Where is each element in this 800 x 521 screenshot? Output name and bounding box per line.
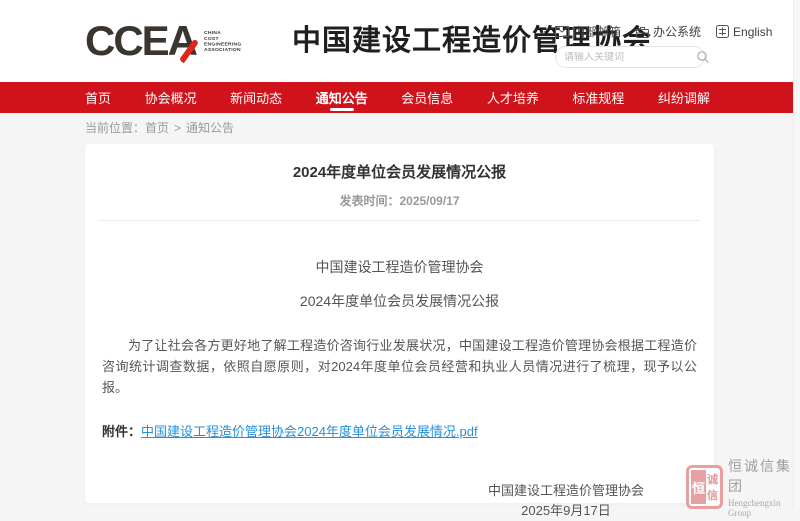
- signature-date: 2025年9月17日: [488, 501, 644, 521]
- english-label: English: [733, 25, 772, 39]
- attachment-pdf-link[interactable]: 中国建设工程造价管理协会2024年度单位会员发展情况.pdf: [141, 424, 478, 439]
- watermark-name-cn: 恒诚信集团: [728, 456, 800, 496]
- internal-mail-link[interactable]: 内部邮箱: [555, 23, 621, 40]
- attachment-row: 附件：中国建设工程造价管理协会2024年度单位会员发展情况.pdf: [102, 421, 697, 440]
- search-box: [555, 46, 705, 68]
- document-heading-title: 2024年度单位会员发展情况公报: [85, 291, 714, 311]
- breadcrumb: 当前位置：首页 > 通知公告: [85, 113, 234, 144]
- breadcrumb-home-link[interactable]: 首页: [145, 121, 169, 135]
- main-nav: 首页 协会概况 新闻动态 通知公告 会员信息 人才培养 标准规程 纠纷调解: [0, 82, 793, 113]
- globe-icon: [716, 25, 729, 38]
- search-icon[interactable]: [696, 50, 710, 64]
- logo-subtext: CHINA COST ENGINEERING ASSOCIATION: [204, 30, 252, 52]
- watermark-text: 恒诚信集团 Hengchengxin Group: [728, 456, 800, 518]
- nav-item-association-overview[interactable]: 协会概况: [145, 82, 197, 113]
- attachment-label: 附件：: [102, 424, 141, 439]
- article-publish-date: 发表时间：2025/09/17: [85, 192, 714, 209]
- envelope-icon: [555, 26, 569, 37]
- breadcrumb-separator: >: [174, 121, 181, 135]
- nav-item-news[interactable]: 新闻动态: [230, 82, 282, 113]
- internal-mail-label: 内部邮箱: [573, 23, 621, 40]
- hengchengxin-watermark: 恒 诚 信 恒诚信集团 Hengchengxin Group: [686, 456, 800, 518]
- breadcrumb-current-link[interactable]: 通知公告: [186, 121, 234, 135]
- hengchengxin-seal-icon: 恒 诚 信: [686, 465, 723, 509]
- utility-links: 内部邮箱 办公系统 English: [555, 23, 772, 40]
- watermark-name-en: Hengchengxin Group: [728, 498, 800, 518]
- site-header: CCEA CHINA COST ENGINEERING ASSOCIATION …: [0, 0, 800, 82]
- breadcrumb-label: 当前位置：: [85, 121, 145, 135]
- publish-date-label: 发表时间：: [339, 194, 399, 208]
- nav-item-standards[interactable]: 标准规程: [572, 82, 624, 113]
- logo-acronym: CCEA: [85, 19, 196, 63]
- nav-item-home[interactable]: 首页: [85, 82, 111, 113]
- briefcase-icon: [636, 26, 649, 38]
- nav-item-notices[interactable]: 通知公告: [316, 82, 368, 113]
- logo-subtext-line: ASSOCIATION: [204, 47, 252, 53]
- seal-char-column: 诚 信: [707, 470, 718, 504]
- article-card: 2024年度单位会员发展情况公报 发表时间：2025/09/17 中国建设工程造…: [85, 144, 714, 503]
- publish-date-value: 2025/09/17: [399, 194, 459, 208]
- search-input[interactable]: [564, 52, 696, 63]
- office-system-label: 办公系统: [653, 23, 701, 40]
- seal-char-bottom: 信: [707, 487, 718, 503]
- document-heading-org: 中国建设工程造价管理协会: [85, 257, 714, 277]
- scrollbar-track[interactable]: [793, 0, 800, 510]
- seal-char-main: 恒: [691, 470, 706, 504]
- signature-block: 中国建设工程造价管理协会 2025年9月17日: [85, 481, 644, 521]
- main-nav-inner: 首页 协会概况 新闻动态 通知公告 会员信息 人才培养 标准规程 纠纷调解: [0, 82, 793, 113]
- signature-inner: 中国建设工程造价管理协会 2025年9月17日: [488, 481, 644, 521]
- article-paragraph: 为了让社会各方更好地了解工程造价咨询行业发展状况，中国建设工程造价管理协会根据工…: [102, 335, 697, 398]
- english-link[interactable]: English: [716, 25, 772, 39]
- nav-item-dispute-mediation[interactable]: 纠纷调解: [658, 82, 710, 113]
- seal-char-top: 诚: [707, 471, 718, 487]
- nav-item-member-info[interactable]: 会员信息: [401, 82, 453, 113]
- nav-item-talent-training[interactable]: 人才培养: [487, 82, 539, 113]
- article-title: 2024年度单位会员发展情况公报: [85, 161, 714, 182]
- signature-org-name: 中国建设工程造价管理协会: [488, 481, 644, 501]
- title-divider: [99, 220, 700, 221]
- office-system-link[interactable]: 办公系统: [636, 23, 701, 40]
